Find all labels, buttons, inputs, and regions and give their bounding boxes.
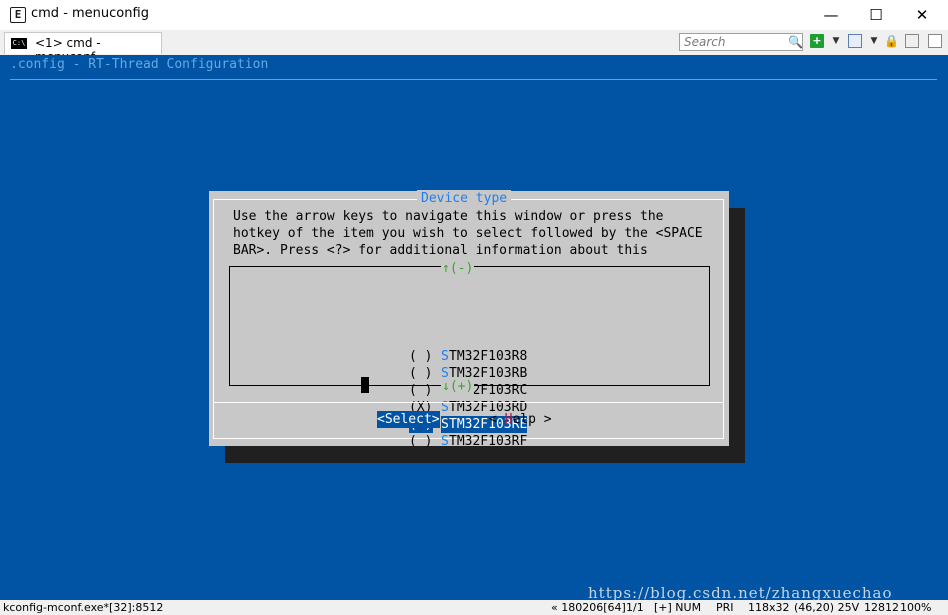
terminal-cursor [361,377,369,393]
search-placeholder: Search [684,35,726,49]
settings-book-icon[interactable] [905,34,919,48]
help-button-rest: elp > [512,412,552,427]
view-layout-icon[interactable] [848,34,862,48]
watermark-url: https://blog.csdn.net/zhangxuechao [588,584,893,600]
item-label: TM32F103RF [449,434,528,449]
select-button[interactable]: <Select> [377,411,440,428]
help-button[interactable]: < Help > [489,411,552,428]
button-separator [213,402,724,403]
scroll-up-indicator[interactable]: ↑(-) [441,260,475,277]
new-console-dropdown-icon[interactable]: ▼ [829,34,843,48]
item-label: TM32F103R8 [449,349,528,364]
window-titlebar: E cmd - menuconfig — ☐ ✕ [0,0,948,30]
view-dropdown-icon[interactable]: ▼ [867,34,881,48]
status-priority: PRI [716,601,734,614]
status-zoom: 100% [900,601,932,614]
help-text-line: hotkey of the item you wish to select fo… [233,226,703,241]
title-rule [10,79,937,80]
help-text-line: BAR>. Press <?> for additional informati… [233,243,648,258]
status-build: « 180206[64] [551,601,626,614]
menu-grid-icon[interactable] [928,34,942,48]
terminal-area[interactable]: .config - RT-Thread Configuration Device… [0,55,948,600]
window-title: cmd - menuconfig [31,6,149,21]
hotkey-letter: S [441,434,449,449]
search-input[interactable]: Search 🔍 [679,33,803,51]
close-button[interactable]: ✕ [899,0,945,30]
process-status: kconfig-mconf.exe*[32]:8512 [3,601,164,614]
status-size: 118x32 [748,601,790,614]
minimize-button[interactable]: — [808,0,854,30]
config-title: .config - RT-Thread Configuration [10,57,269,72]
status-numlock: [+] NUM [654,601,702,614]
new-console-icon[interactable]: + [810,34,824,48]
cmd-icon: C:\ [11,38,27,49]
status-console-index: 1/1 [626,601,644,614]
help-text-line: Use the arrow keys to navigate this wind… [233,209,664,224]
status-cursor-pos: (46,20) 25V [794,601,860,614]
status-bar: kconfig-mconf.exe*[32]:8512 « 180206[64]… [0,600,948,615]
maximize-button[interactable]: ☐ [853,0,899,30]
console-app-icon: E [10,7,26,23]
help-button-prefix: < [489,412,505,427]
radio-mark: ( ) [409,434,433,449]
list-item-stm32f103rb[interactable]: ( ) S TM32F103RB [409,348,527,381]
dialog-title: Device type [417,190,512,207]
tab-cmd-menuconfig[interactable]: C:\ <1> cmd - menuconf [4,32,162,64]
scroll-down-indicator[interactable]: ↓(+) [441,378,475,395]
tab-bar: C:\ <1> cmd - menuconf [0,30,948,64]
list-item-stm32f103r8[interactable]: ( ) S TM32F103R8 [409,331,527,364]
lock-icon[interactable]: 🔒 [884,34,899,48]
search-icon[interactable]: 🔍 [788,35,803,49]
status-pid: 12812 [864,601,899,614]
device-type-dialog: Device type Use the arrow keys to naviga… [209,190,729,449]
